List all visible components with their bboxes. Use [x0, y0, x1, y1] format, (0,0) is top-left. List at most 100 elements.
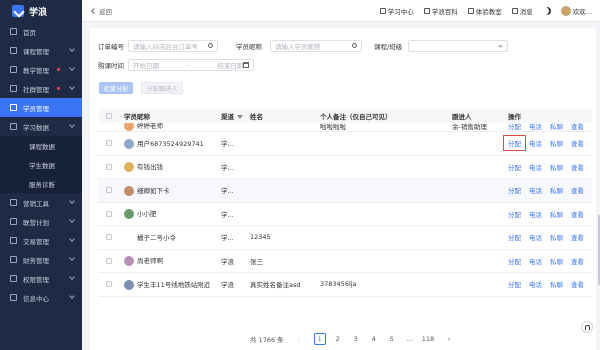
- chat-link[interactable]: 私聊: [550, 185, 563, 195]
- row-checkbox[interactable]: [106, 187, 112, 194]
- page-button[interactable]: 4: [368, 333, 380, 345]
- course-select[interactable]: [408, 40, 508, 52]
- phone-link[interactable]: 电话: [529, 162, 542, 172]
- sidebar-item-info[interactable]: 信息中心: [0, 288, 82, 307]
- user-avatar: [124, 279, 134, 290]
- view-link[interactable]: 查看: [571, 123, 584, 131]
- sidebar-item-1[interactable]: 课程管理: [0, 41, 82, 60]
- assign-follower-button[interactable]: 分配跟进人: [141, 82, 183, 94]
- assign-link[interactable]: 分配: [503, 135, 526, 152]
- page-ellipsis[interactable]: ...: [404, 333, 416, 345]
- assign-link[interactable]: 分配: [508, 185, 521, 195]
- row-actions: 分配 电话 私聊 查看: [508, 185, 584, 195]
- topnav-experience[interactable]: 体验教室: [467, 6, 502, 16]
- topnav-wiki[interactable]: 学浪百科: [423, 6, 458, 16]
- col-ops: 操作: [508, 113, 521, 121]
- page-button[interactable]: 118: [422, 333, 434, 345]
- chat-link[interactable]: 私聊: [550, 162, 563, 172]
- sidebar-item-2[interactable]: 教学管理: [0, 60, 82, 79]
- next-page-button[interactable]: ›: [443, 333, 455, 345]
- view-link[interactable]: 查看: [571, 209, 584, 219]
- sidebar-item-label: 学员管理: [23, 104, 49, 113]
- cell-nick: 小小肥: [124, 208, 157, 220]
- sidebar-item-finance[interactable]: 财务管理: [0, 250, 82, 269]
- bell-icon: [511, 8, 518, 14]
- sidebar-subitem-0[interactable]: 课程数据: [0, 136, 82, 155]
- back-button[interactable]: 返回: [91, 6, 112, 16]
- date-range-input[interactable]: 开始日期 - 结束日期: [128, 59, 254, 71]
- classroom-icon: [467, 8, 474, 14]
- row-checkbox[interactable]: [106, 140, 112, 147]
- sidebar-item-4[interactable]: 学员管理: [0, 98, 82, 117]
- chevron-down-icon: [69, 255, 75, 261]
- phone-link[interactable]: 电话: [529, 279, 542, 289]
- phone-link[interactable]: 电话: [529, 232, 542, 242]
- view-link[interactable]: 查看: [571, 138, 584, 148]
- chevron-down-icon: [69, 198, 75, 204]
- topnav-messages[interactable]: 消息: [511, 6, 533, 16]
- chat-link[interactable]: 私聊: [550, 256, 563, 266]
- page-button[interactable]: 5: [386, 333, 398, 345]
- page-button[interactable]: 2: [332, 333, 344, 345]
- topnav-study-center[interactable]: 学习中心: [379, 6, 414, 16]
- app-name: 学浪: [29, 7, 48, 18]
- user-avatar: [124, 209, 134, 220]
- row-checkbox[interactable]: [106, 257, 112, 264]
- select-all-checkbox[interactable]: [106, 113, 112, 119]
- row-checkbox[interactable]: [106, 234, 112, 241]
- table-row: 尚老师啊 学浪 张三 分配 电话 私聊 查看: [98, 250, 592, 273]
- phone-link[interactable]: 电话: [529, 123, 542, 131]
- assign-link[interactable]: 分配: [508, 279, 521, 289]
- chat-link[interactable]: 私聊: [550, 279, 563, 289]
- assign-link[interactable]: 分配: [508, 209, 521, 219]
- prev-page-button[interactable]: ‹: [293, 333, 305, 345]
- row-actions: 分配 电话 私聊 查看: [508, 209, 584, 219]
- sidebar-item-permission[interactable]: 权限管理: [0, 269, 82, 288]
- phone-link[interactable]: 电话: [529, 209, 542, 219]
- view-link[interactable]: 查看: [571, 279, 584, 289]
- chat-link[interactable]: 私聊: [550, 232, 563, 242]
- cell-nick: 婷婷老师: [124, 123, 163, 131]
- sidebar-item-3[interactable]: 社群管理: [0, 79, 82, 98]
- assign-link[interactable]: 分配: [508, 162, 521, 172]
- assign-link[interactable]: 分配: [508, 123, 521, 131]
- row-checkbox[interactable]: [106, 210, 112, 217]
- sidebar-subitem-1[interactable]: 学生数据: [0, 155, 82, 174]
- chat-link[interactable]: 私聊: [550, 138, 563, 148]
- sidebar-subitem-2[interactable]: 服务诊断: [0, 174, 82, 193]
- phone-link[interactable]: 电话: [529, 185, 542, 195]
- view-link[interactable]: 查看: [571, 256, 584, 266]
- phone-link[interactable]: 电话: [529, 256, 542, 266]
- filter-icon[interactable]: [237, 115, 243, 119]
- assign-link[interactable]: 分配: [508, 256, 521, 266]
- app-logo[interactable]: 学浪: [0, 0, 82, 22]
- page-button[interactable]: 3: [350, 333, 362, 345]
- chat-link[interactable]: 私聊: [550, 123, 563, 131]
- phone-link[interactable]: 电话: [529, 138, 542, 148]
- headset-icon: [584, 324, 590, 330]
- page-button[interactable]: 1: [313, 333, 326, 345]
- help-button[interactable]: [581, 321, 593, 333]
- batch-assign-button[interactable]: 批量分配: [99, 82, 133, 94]
- order-input[interactable]: 请输入抖店后台订单号: [128, 40, 218, 52]
- chat-link[interactable]: 私聊: [550, 209, 563, 219]
- sidebar-item-trade[interactable]: 交易管理: [0, 231, 82, 250]
- chevron-down-icon: [69, 236, 75, 242]
- notification-dot: [57, 87, 60, 90]
- row-checkbox[interactable]: [106, 163, 112, 170]
- view-link[interactable]: 查看: [571, 232, 584, 242]
- view-link[interactable]: 查看: [571, 162, 584, 172]
- dark-mode-icon[interactable]: [543, 7, 551, 15]
- sidebar-item-marketing[interactable]: 营销工具: [0, 193, 82, 212]
- row-actions: 分配 电话 私聊 查看: [508, 256, 584, 266]
- sidebar-item-alliance[interactable]: 联营计划: [0, 212, 82, 231]
- back-arrow-icon: [91, 7, 97, 14]
- sidebar-item-5[interactable]: 学习数据: [0, 117, 82, 136]
- sidebar-item-0[interactable]: 首页: [0, 22, 82, 41]
- student-icon: [10, 104, 17, 111]
- view-link[interactable]: 查看: [571, 185, 584, 195]
- assign-link[interactable]: 分配: [508, 232, 521, 242]
- row-checkbox[interactable]: [106, 281, 112, 288]
- nick-input[interactable]: 请输入学员昵称: [270, 40, 362, 52]
- user-menu[interactable]: 欢欢...: [560, 6, 592, 16]
